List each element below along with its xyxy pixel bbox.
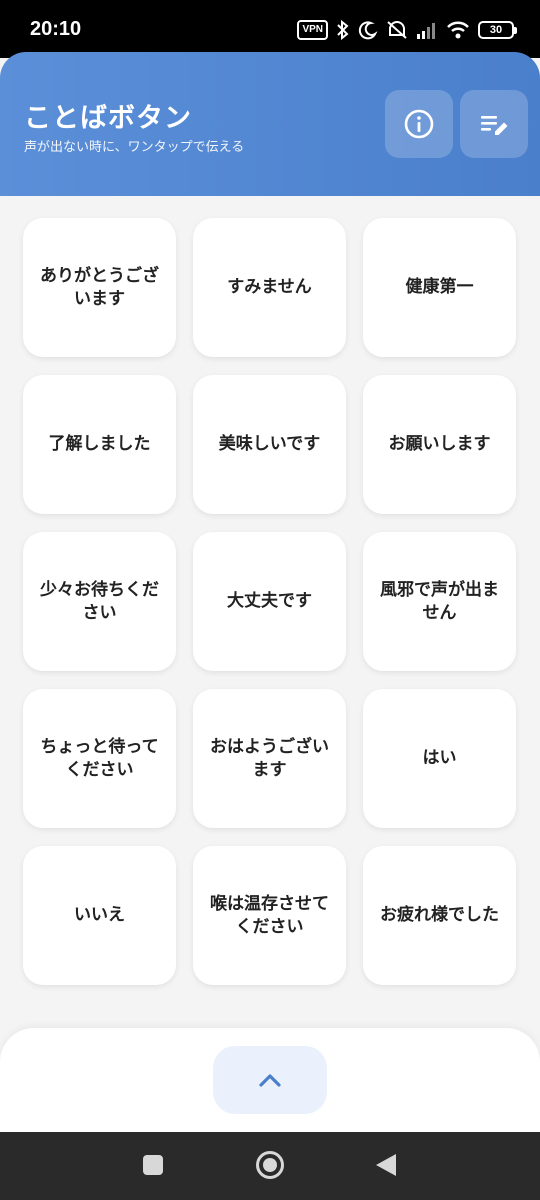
phrase-button[interactable]: ちょっと待ってください — [23, 689, 176, 828]
phrase-button[interactable]: 美味しいです — [193, 375, 346, 514]
phrase-button[interactable]: 風邪で声が出ません — [363, 532, 516, 671]
phrase-button[interactable]: 少々お待ちください — [23, 532, 176, 671]
phrase-button[interactable]: すみません — [193, 218, 346, 357]
edit-phrases-button[interactable] — [460, 90, 528, 158]
status-time: 20:10 — [30, 18, 82, 40]
recent-apps-icon[interactable] — [143, 1155, 163, 1175]
home-icon[interactable] — [256, 1151, 284, 1179]
status-bar: 20:10 VPN 30 — [0, 0, 540, 58]
info-icon — [404, 109, 434, 139]
signal-icon — [417, 23, 435, 39]
moon-icon — [358, 21, 378, 40]
phrase-button[interactable]: おはようございます — [193, 689, 346, 828]
app-subtitle: 声が出ない時に、ワンタップで伝える — [24, 140, 245, 155]
phrase-button[interactable]: お疲れ様でした — [363, 846, 516, 985]
vpn-icon: VPN — [297, 20, 328, 40]
system-nav-bar — [0, 1132, 540, 1200]
wifi-icon — [447, 21, 469, 39]
phrase-button[interactable]: 大丈夫です — [193, 532, 346, 671]
battery-icon: 30 — [478, 21, 517, 39]
chevron-up-icon — [259, 1074, 281, 1087]
phrase-button[interactable]: お願いします — [363, 375, 516, 514]
phrase-button[interactable]: 喉は温存させてください — [193, 846, 346, 985]
info-button[interactable] — [385, 90, 453, 158]
bottom-sheet — [0, 1028, 540, 1134]
app-header: ことばボタン 声が出ない時に、ワンタップで伝える — [0, 52, 540, 196]
mute-icon — [387, 21, 407, 39]
edit-list-icon — [481, 116, 508, 135]
phrase-button[interactable]: 健康第一 — [363, 218, 516, 357]
status-icons: VPN 30 — [297, 18, 517, 42]
phrase-button[interactable]: はい — [363, 689, 516, 828]
back-icon[interactable] — [376, 1154, 396, 1176]
expand-sheet-button[interactable] — [213, 1046, 327, 1114]
bluetooth-icon — [337, 20, 349, 40]
phrase-button[interactable]: いいえ — [23, 846, 176, 985]
phrase-grid: ありがとうございます すみません 健康第一 了解しました 美味しいです お願いし… — [23, 218, 517, 985]
phrase-button[interactable]: ありがとうございます — [23, 218, 176, 357]
phrase-button[interactable]: 了解しました — [23, 375, 176, 514]
app-title: ことばボタン — [24, 103, 192, 134]
